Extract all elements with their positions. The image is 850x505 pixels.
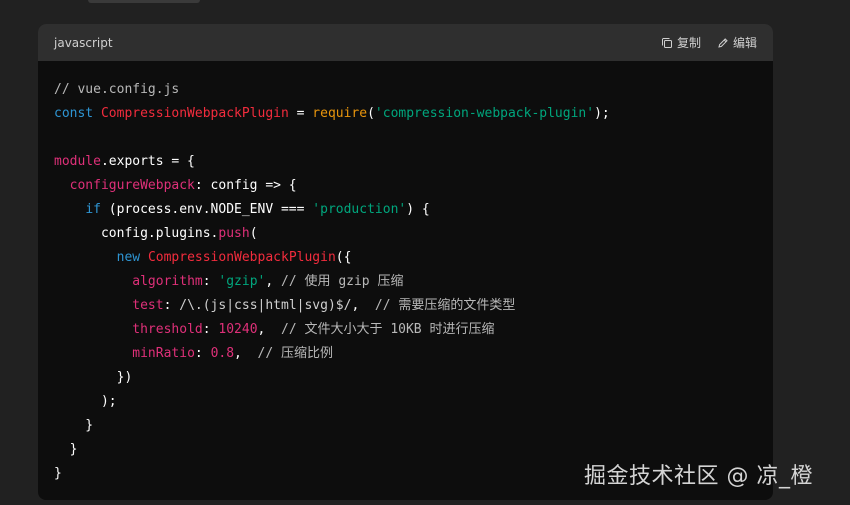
code-token-plain: , <box>265 274 282 289</box>
code-token-plain: : <box>163 298 180 313</box>
code-token-attr: threshold <box>132 322 203 337</box>
edit-icon <box>717 37 729 49</box>
code-token-plain: ( <box>367 106 375 121</box>
code-line: if (process.env.NODE_ENV === 'production… <box>54 198 773 222</box>
code-token-string: 'compression-webpack-plugin' <box>374 106 595 121</box>
code-token-plain: : <box>194 346 211 361</box>
code-line: }) <box>54 366 773 390</box>
code-token-plain: .exports = { <box>100 154 195 169</box>
code-token-comment: // 需要压缩的文件类型 <box>374 298 516 313</box>
code-token-plain: } <box>54 418 94 433</box>
code-token-plain: (process.env.NODE_ENV === <box>100 202 313 217</box>
code-token-plain: config.plugins. <box>54 226 219 241</box>
code-body: // vue.config.js const CompressionWebpack… <box>38 61 773 486</box>
code-token-plain: : config => { <box>194 178 297 193</box>
code-token-keyword: if <box>85 202 101 217</box>
code-token-plain: : <box>202 274 219 289</box>
top-scroll-fragment <box>88 0 200 3</box>
copy-icon <box>661 37 673 49</box>
code-token-class: CompressionWebpackPlugin <box>100 106 289 121</box>
code-line: configureWebpack: config => { <box>54 174 773 198</box>
code-token-plain: }) <box>54 370 133 385</box>
code-token-plain: , <box>234 346 258 361</box>
edit-button[interactable]: 编辑 <box>717 34 757 51</box>
code-token-string: 'gzip' <box>218 274 266 289</box>
code-token-keyword: const <box>54 106 94 121</box>
code-line: new CompressionWebpackPlugin({ <box>54 246 773 270</box>
code-token-comment: // 压缩比例 <box>257 346 334 361</box>
code-token-plain: = <box>288 106 313 121</box>
code-token-attr: module <box>54 154 101 169</box>
code-token-attr: push <box>218 226 250 241</box>
copy-button[interactable]: 复制 <box>661 34 701 51</box>
code-token-plain: : <box>202 322 219 337</box>
code-token-number: 10240 <box>218 322 258 337</box>
code-token-plain: ); <box>54 394 117 409</box>
code-actions: 复制 编辑 <box>661 34 757 51</box>
code-line: minRatio: 0.8, // 压缩比例 <box>54 342 773 366</box>
code-token-class: CompressionWebpackPlugin <box>147 250 336 265</box>
language-label: javascript <box>54 35 113 50</box>
code-token-attr: test <box>132 298 164 313</box>
code-token-plain: ); <box>594 106 610 121</box>
code-line: module.exports = { <box>54 150 773 174</box>
code-line: test: /\.(js|css|html|svg)$/, // 需要压缩的文件… <box>54 294 773 318</box>
code-line: // vue.config.js <box>54 78 773 102</box>
code-token-string: 'production' <box>312 202 407 217</box>
code-token-comment: // 使用 gzip 压缩 <box>281 274 404 289</box>
code-token-plain: } <box>54 442 78 457</box>
code-token-plain: ) { <box>406 202 430 217</box>
code-block-header: javascript 复制 编辑 <box>38 24 773 61</box>
watermark: 掘金技术社区 @ 凉_橙 <box>584 464 813 489</box>
code-token-number: 0.8 <box>210 346 235 361</box>
code-token-plain: , <box>351 298 375 313</box>
code-token-plain: , <box>257 322 282 337</box>
code-token-plain: ({ <box>335 250 352 265</box>
code-token-regex: /\.(js|css|html|svg)$/ <box>179 298 352 313</box>
code-token-plain: } <box>54 466 62 481</box>
edit-label: 编辑 <box>732 36 757 50</box>
code-line: const CompressionWebpackPlugin = require… <box>54 102 773 126</box>
code-token-attr: configureWebpack <box>69 178 195 193</box>
code-line: threshold: 10240, // 文件大小大于 10KB 时进行压缩 <box>54 318 773 342</box>
copy-label: 复制 <box>676 36 701 50</box>
code-token-attr: minRatio <box>132 346 195 361</box>
code-token-attr: algorithm <box>132 274 203 289</box>
code-token-keyword: new <box>116 250 141 265</box>
code-token-plain: ( <box>249 226 258 241</box>
code-token-comment: // 文件大小大于 10KB 时进行压缩 <box>281 322 495 337</box>
code-block: javascript 复制 编辑 // vue.config.js const … <box>38 24 773 500</box>
code-token-comment: // vue.config.js <box>54 82 180 97</box>
code-content: // vue.config.js const CompressionWebpack… <box>54 78 773 486</box>
code-line: algorithm: 'gzip', // 使用 gzip 压缩 <box>54 270 773 294</box>
code-line: ); <box>54 390 773 414</box>
code-line: config.plugins.push( <box>54 222 773 246</box>
code-token-func: require <box>312 106 368 121</box>
code-line: } <box>54 414 773 438</box>
